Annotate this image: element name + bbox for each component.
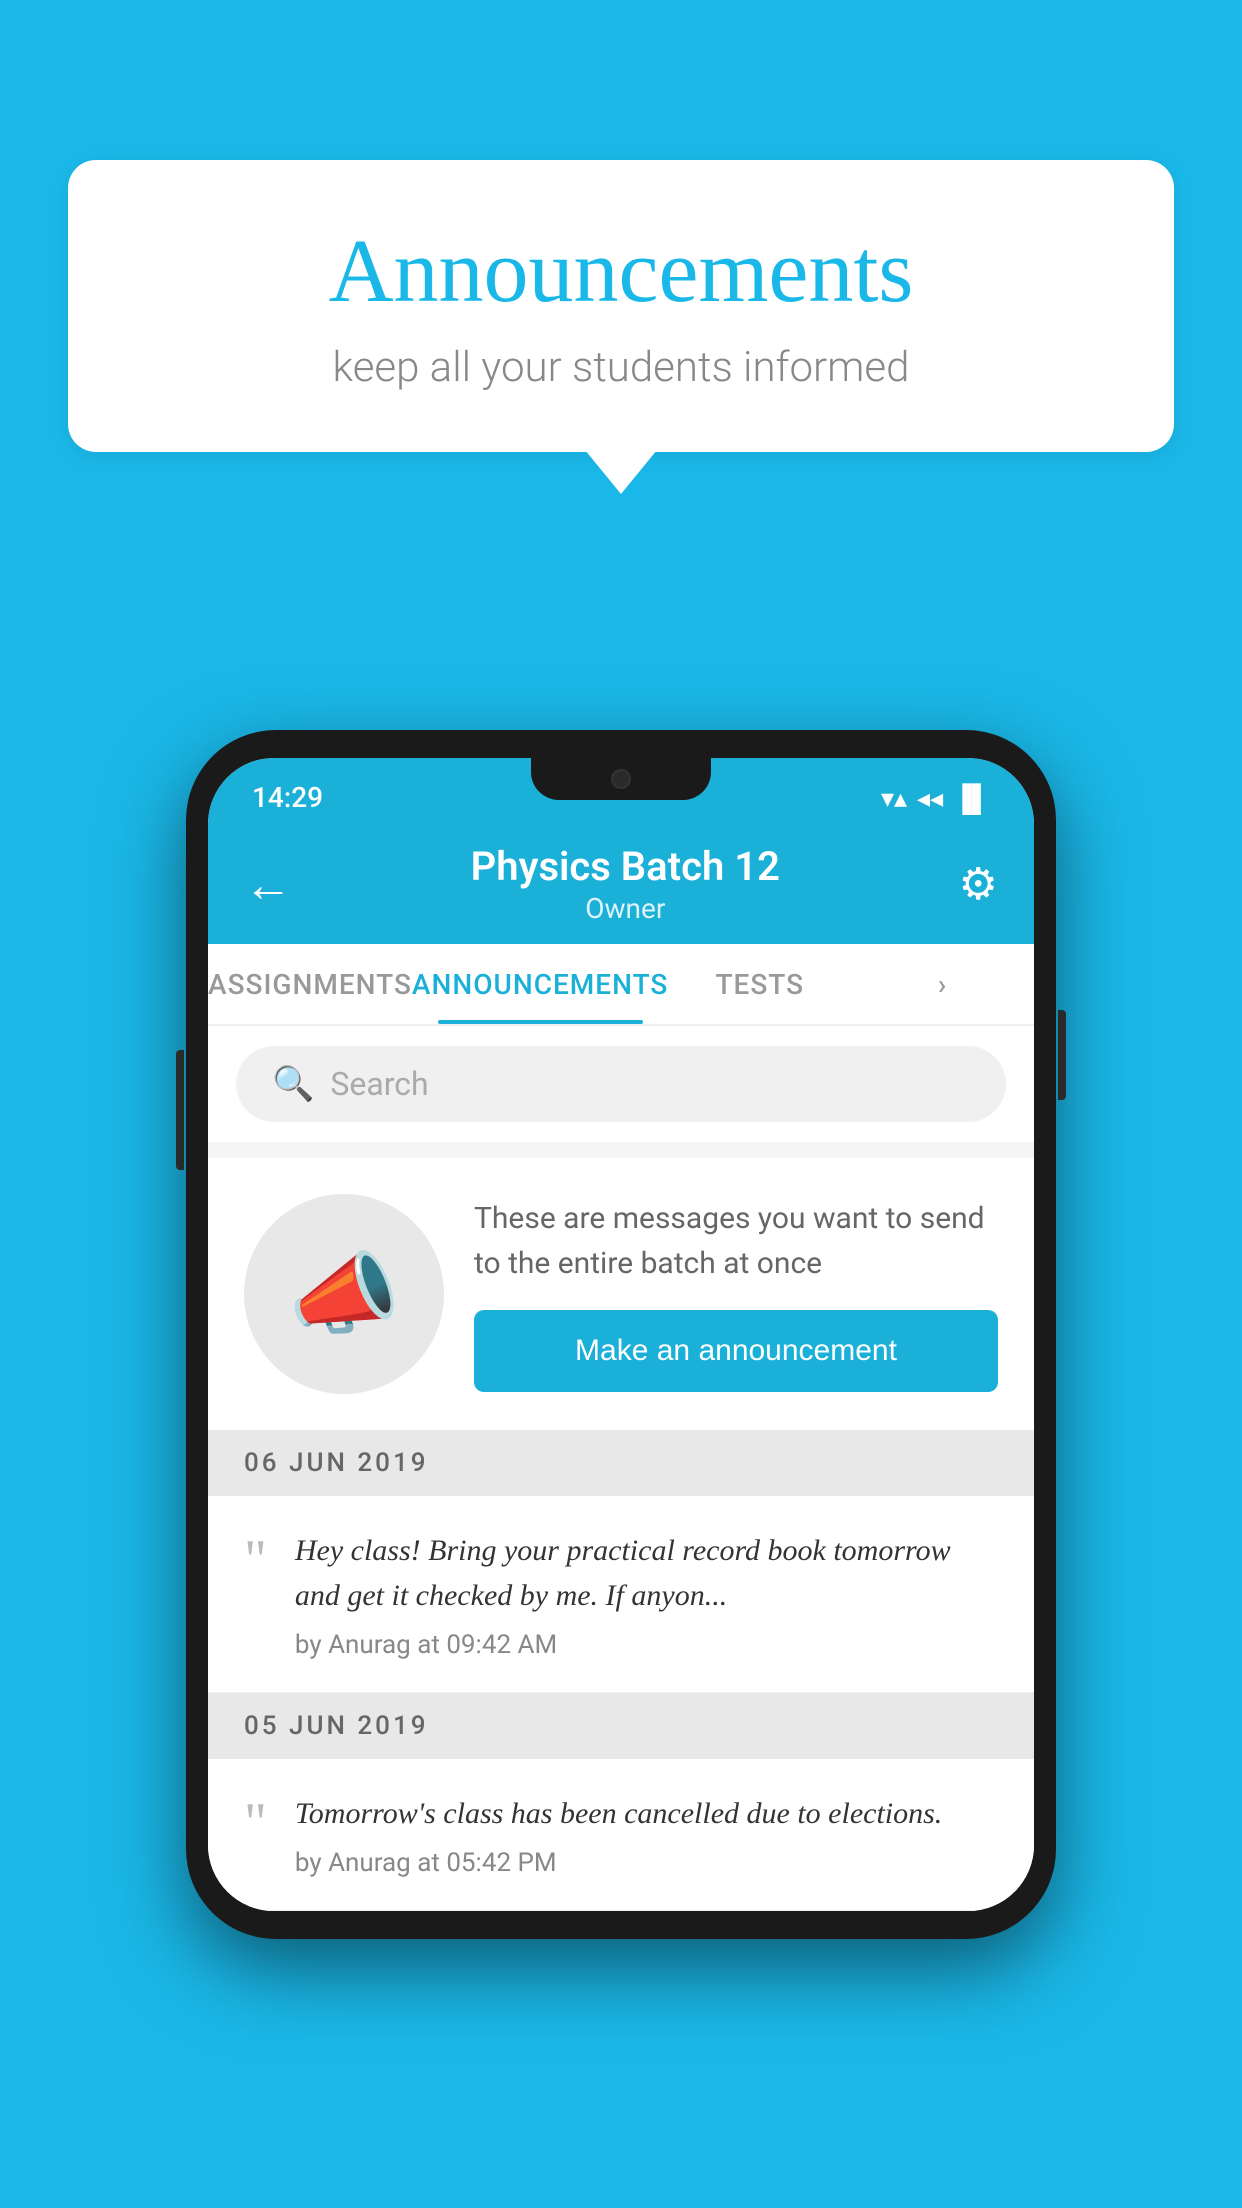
tab-tests[interactable]: TESTS — [668, 944, 851, 1024]
power-button — [1058, 1010, 1066, 1100]
signal-icon: ◂◂ — [917, 784, 943, 814]
wifi-icon: ▾▴ — [881, 784, 907, 814]
battery-icon: ▐▌ — [953, 783, 990, 814]
app-bar-subtitle: Owner — [471, 892, 780, 925]
quote-icon-2: " — [244, 1795, 267, 1851]
volume-button — [176, 1050, 184, 1170]
status-time: 14:29 — [252, 781, 323, 814]
announcement-meta-2: by Anurag at 05:42 PM — [295, 1848, 998, 1878]
tabs-bar: ASSIGNMENTS ANNOUNCEMENTS TESTS › — [208, 944, 1034, 1026]
search-bar-container: 🔍 Search — [208, 1026, 1034, 1142]
promo-box: 📣 These are messages you want to send to… — [208, 1158, 1034, 1430]
make-announcement-button[interactable]: Make an announcement — [474, 1310, 998, 1392]
date-divider-2: 05 JUN 2019 — [208, 1693, 1034, 1759]
app-bar-title-group: Physics Batch 12 Owner — [471, 843, 780, 925]
phone-body: 14:29 ▾▴ ◂◂ ▐▌ ← Physics Batch 12 Owner … — [186, 730, 1056, 1939]
announcement-content-2: Tomorrow's class has been cancelled due … — [295, 1791, 998, 1878]
phone-mockup: 14:29 ▾▴ ◂◂ ▐▌ ← Physics Batch 12 Owner … — [186, 730, 1056, 1939]
camera — [611, 769, 631, 789]
content-area: 🔍 Search 📣 These are messages you want t… — [208, 1026, 1034, 1911]
app-bar-title: Physics Batch 12 — [471, 843, 780, 890]
announcement-item-2[interactable]: " Tomorrow's class has been cancelled du… — [208, 1759, 1034, 1911]
tab-assignments[interactable]: ASSIGNMENTS — [208, 944, 412, 1024]
promo-icon-circle: 📣 — [244, 1194, 444, 1394]
settings-icon[interactable]: ⚙ — [959, 858, 998, 910]
tab-more[interactable]: › — [851, 944, 1034, 1024]
promo-description: These are messages you want to send to t… — [474, 1196, 998, 1286]
speech-bubble-section: Announcements keep all your students inf… — [68, 160, 1174, 494]
announcement-item-1[interactable]: " Hey class! Bring your practical record… — [208, 1496, 1034, 1693]
speech-bubble-arrow — [585, 450, 657, 494]
app-bar: ← Physics Batch 12 Owner ⚙ — [208, 824, 1034, 944]
announcement-content-1: Hey class! Bring your practical record b… — [295, 1528, 998, 1660]
speech-bubble-card: Announcements keep all your students inf… — [68, 160, 1174, 452]
announcement-text-1: Hey class! Bring your practical record b… — [295, 1528, 998, 1618]
phone-notch — [531, 758, 711, 800]
megaphone-icon: 📣 — [288, 1242, 400, 1347]
bubble-subtitle: keep all your students informed — [148, 343, 1094, 392]
quote-icon-1: " — [244, 1532, 267, 1588]
status-icons: ▾▴ ◂◂ ▐▌ — [881, 783, 990, 814]
date-divider-1: 06 JUN 2019 — [208, 1430, 1034, 1496]
bubble-title: Announcements — [148, 220, 1094, 323]
search-icon: 🔍 — [272, 1064, 314, 1104]
search-bar[interactable]: 🔍 Search — [236, 1046, 1006, 1122]
announcement-text-2: Tomorrow's class has been cancelled due … — [295, 1791, 998, 1836]
phone-screen: 14:29 ▾▴ ◂◂ ▐▌ ← Physics Batch 12 Owner … — [208, 758, 1034, 1911]
back-button[interactable]: ← — [244, 856, 292, 913]
promo-content: These are messages you want to send to t… — [474, 1196, 998, 1392]
tab-announcements[interactable]: ANNOUNCEMENTS — [412, 944, 668, 1024]
search-placeholder: Search — [330, 1065, 428, 1103]
announcement-meta-1: by Anurag at 09:42 AM — [295, 1630, 998, 1660]
